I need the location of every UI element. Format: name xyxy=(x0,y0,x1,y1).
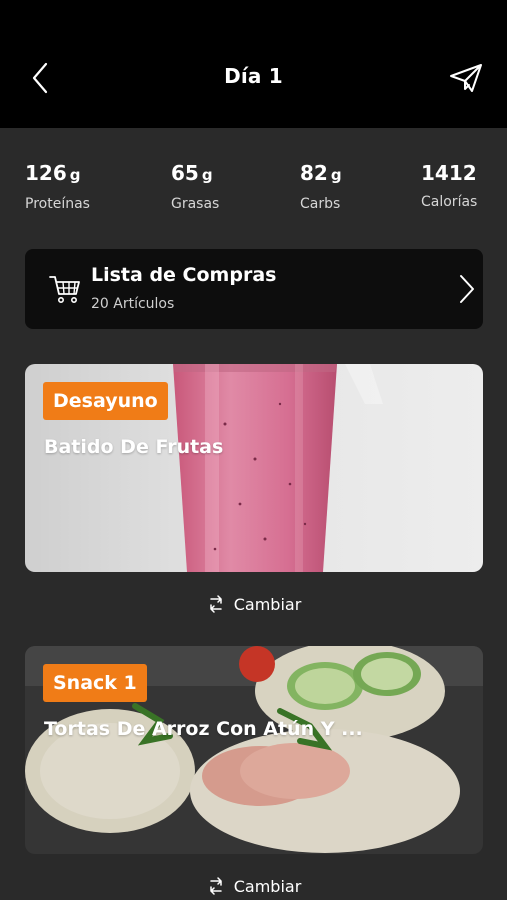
macro-protein: 126 g Proteínas xyxy=(25,160,90,212)
macro-value: 82 xyxy=(300,161,328,185)
share-button[interactable] xyxy=(448,62,484,94)
macro-unit: g xyxy=(201,166,213,184)
meal-type-badge: Snack 1 xyxy=(43,664,147,702)
shopping-list-title: Lista de Compras xyxy=(91,264,277,286)
macro-unit: g xyxy=(330,166,342,184)
macro-label: Proteínas xyxy=(25,196,90,212)
swap-icon xyxy=(209,877,222,895)
meal-type-badge: Desayuno xyxy=(43,382,168,420)
send-icon xyxy=(450,64,482,92)
shopping-list-card[interactable]: Lista de Compras 20 Artículos xyxy=(25,249,483,329)
page-title: Día 1 xyxy=(224,64,283,88)
macro-value: 126 xyxy=(25,161,67,185)
macro-carbs: 82 g Carbs xyxy=(300,160,342,212)
shopping-list-count: 20 Artículos xyxy=(91,296,175,312)
chevron-right-icon xyxy=(460,275,474,303)
macros-summary: 126 g Proteínas 65 g Grasas 82 g Carbs 1412… xyxy=(0,160,507,216)
swap-icon xyxy=(209,595,222,613)
change-meal-button[interactable]: Cambiar xyxy=(0,590,507,618)
top-app-bar: Día 1 xyxy=(0,0,507,128)
change-meal-button[interactable]: Cambiar xyxy=(0,872,507,900)
macro-value: 65 xyxy=(171,161,199,185)
macro-label: Calorías xyxy=(421,194,478,210)
macro-value: 1412 xyxy=(421,161,477,185)
macro-label: Grasas xyxy=(171,196,220,212)
meal-name: Batido De Frutas xyxy=(44,436,224,458)
meal-name: Tortas De Arroz Con Atún Y ... xyxy=(44,718,363,740)
macro-fat: 65 g Grasas xyxy=(171,160,219,212)
macro-calories: 1412 Calorías xyxy=(421,160,477,210)
change-meal-label: Cambiar xyxy=(233,594,302,614)
shopping-cart-icon xyxy=(49,276,80,303)
macro-unit: g xyxy=(69,166,81,184)
meal-card-snack[interactable]: Snack 1 Tortas De Arroz Con Atún Y ... xyxy=(25,646,483,854)
macro-label: Carbs xyxy=(300,196,341,212)
change-meal-label: Cambiar xyxy=(233,876,302,896)
meal-card-breakfast[interactable]: Desayuno Batido De Frutas xyxy=(25,364,483,572)
